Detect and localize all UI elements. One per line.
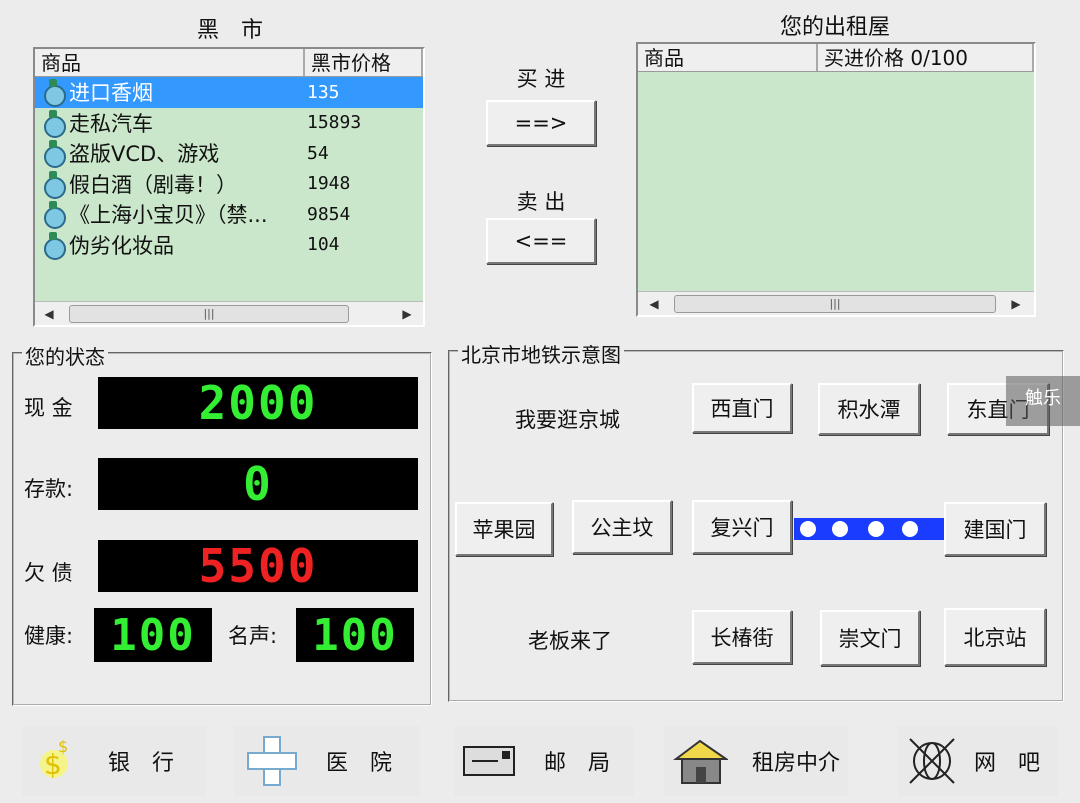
black-market-item[interactable]: 盗版VCD、游戏 54: [35, 138, 423, 169]
debt-display: 5500: [98, 539, 418, 593]
debt-label: 欠 债: [24, 561, 73, 585]
station-pingguoyuan-button[interactable]: 苹果园: [455, 502, 553, 556]
cash-label: 现 金: [24, 396, 73, 420]
column-header-goods[interactable]: 商品: [35, 49, 305, 76]
black-market-hscrollbar[interactable]: ◀ ||| ▶: [35, 301, 423, 325]
station-changchunjie-button[interactable]: 长椿街: [692, 610, 792, 664]
goods-bag-icon: [41, 79, 67, 108]
scroll-left-arrow-icon[interactable]: ◀: [39, 304, 59, 324]
item-name: 进口香烟: [69, 81, 153, 106]
scroll-thumb[interactable]: |||: [674, 295, 996, 313]
goods-bag-icon: [41, 109, 67, 138]
station-jianguomen-button[interactable]: 建国门: [944, 502, 1046, 556]
track-dots: [800, 521, 918, 537]
item-price: 15893: [307, 112, 362, 134]
black-market-item[interactable]: 假白酒（剧毒！） 1948: [35, 169, 423, 200]
buy-button[interactable]: ==>: [486, 100, 596, 146]
health-display: 100: [94, 608, 212, 662]
item-price: 54: [307, 142, 329, 164]
hospital-label: 医 院: [326, 751, 393, 776]
black-market-title: 黑 市: [196, 18, 263, 43]
goods-bag-icon: [41, 170, 67, 199]
rental-title: 您的出租屋: [779, 15, 890, 40]
status-title: 您的状态: [22, 341, 108, 370]
scroll-right-arrow-icon[interactable]: ▶: [1006, 294, 1026, 314]
rental-hscrollbar[interactable]: ◀ ||| ▶: [638, 291, 1034, 315]
goods-bag-icon: [41, 140, 67, 169]
rental-list-header: 商品 买进价格 0/100: [638, 44, 1034, 72]
dollar-money-icon: $ $: [40, 737, 68, 781]
health-label: 健康:: [24, 624, 74, 648]
item-price: 9854: [307, 203, 351, 225]
watermark-text: 触乐: [1025, 388, 1061, 409]
item-price: 104: [307, 234, 340, 256]
item-price: 1948: [307, 173, 351, 195]
item-name: 走私汽车: [69, 111, 153, 136]
scroll-left-arrow-icon[interactable]: ◀: [644, 294, 664, 314]
station-chongwenmen-button[interactable]: 崇文门: [820, 610, 920, 666]
rental-list[interactable]: 商品 买进价格 0/100 ◀ ||| ▶: [636, 42, 1036, 317]
item-name: 假白酒（剧毒！）: [69, 172, 237, 197]
subway-title: 北京市地铁示意图: [458, 339, 624, 368]
stroll-label: 我要逛京城: [515, 408, 620, 432]
sell-button[interactable]: <==: [486, 218, 596, 264]
column-header-black-price[interactable]: 黑市价格: [305, 49, 423, 76]
envelope-icon: [463, 746, 515, 776]
sell-label: 卖 出: [516, 190, 566, 214]
fame-display: 100: [296, 608, 414, 662]
station-beijingzhan-button[interactable]: 北京站: [944, 608, 1046, 666]
black-market-item[interactable]: 走私汽车 15893: [35, 108, 423, 139]
column-header-goods[interactable]: 商品: [638, 44, 818, 71]
item-price: 135: [307, 81, 340, 103]
svg-text:$: $: [58, 737, 68, 756]
scroll-right-arrow-icon[interactable]: ▶: [397, 304, 417, 324]
item-name: 伪劣化妆品: [69, 233, 174, 258]
column-header-buy-price[interactable]: 买进价格 0/100: [818, 44, 1034, 71]
post-office-button[interactable]: 邮 局: [454, 726, 634, 796]
netbar-button[interactable]: 网 吧: [898, 726, 1058, 796]
deposit-display: 0: [98, 457, 418, 511]
goods-bag-icon: [41, 231, 67, 260]
station-fuxingmen-button[interactable]: 复兴门: [692, 500, 792, 554]
black-market-list[interactable]: 商品 黑市价格 进口香烟 135 走私汽车 15893 盗版VCD、游戏 54 假白酒（剧毒…: [33, 47, 425, 327]
item-name: 《上海小宝贝》（禁...: [69, 203, 268, 228]
buy-label: 买 进: [516, 67, 566, 91]
black-market-list-header: 商品 黑市价格: [35, 49, 423, 77]
black-market-item[interactable]: 《上海小宝贝》（禁... 9854: [35, 199, 423, 230]
goods-bag-icon: [41, 201, 67, 230]
black-market-item[interactable]: 进口香烟 135: [35, 77, 423, 108]
boss-label: 老板来了: [528, 629, 612, 653]
station-jishuitan-button[interactable]: 积水潭: [818, 383, 920, 435]
subway-track: [794, 518, 944, 540]
house-icon: [673, 739, 728, 784]
watermark-logo: 触乐: [1006, 376, 1080, 426]
hospital-button[interactable]: 医 院: [234, 726, 420, 796]
network-globe-icon: [909, 738, 955, 784]
black-market-item[interactable]: 伪劣化妆品 104: [35, 230, 423, 261]
bank-button[interactable]: $ $ 银 行: [22, 726, 206, 796]
rental-agency-button[interactable]: 租房中介: [664, 726, 848, 796]
netbar-label: 网 吧: [974, 751, 1041, 776]
fame-label: 名声:: [228, 624, 278, 648]
station-gongzhufen-button[interactable]: 公主坟: [572, 500, 672, 554]
post-office-label: 邮 局: [544, 751, 611, 776]
station-xizhimen-button[interactable]: 西直门: [692, 383, 792, 433]
item-name: 盗版VCD、游戏: [69, 142, 220, 167]
scroll-thumb[interactable]: |||: [69, 305, 349, 323]
medical-cross-icon: [247, 736, 297, 786]
deposit-label: 存款:: [24, 477, 74, 501]
rental-agency-label: 租房中介: [752, 751, 841, 776]
bank-label: 银 行: [108, 751, 175, 776]
cash-display: 2000: [98, 376, 418, 430]
